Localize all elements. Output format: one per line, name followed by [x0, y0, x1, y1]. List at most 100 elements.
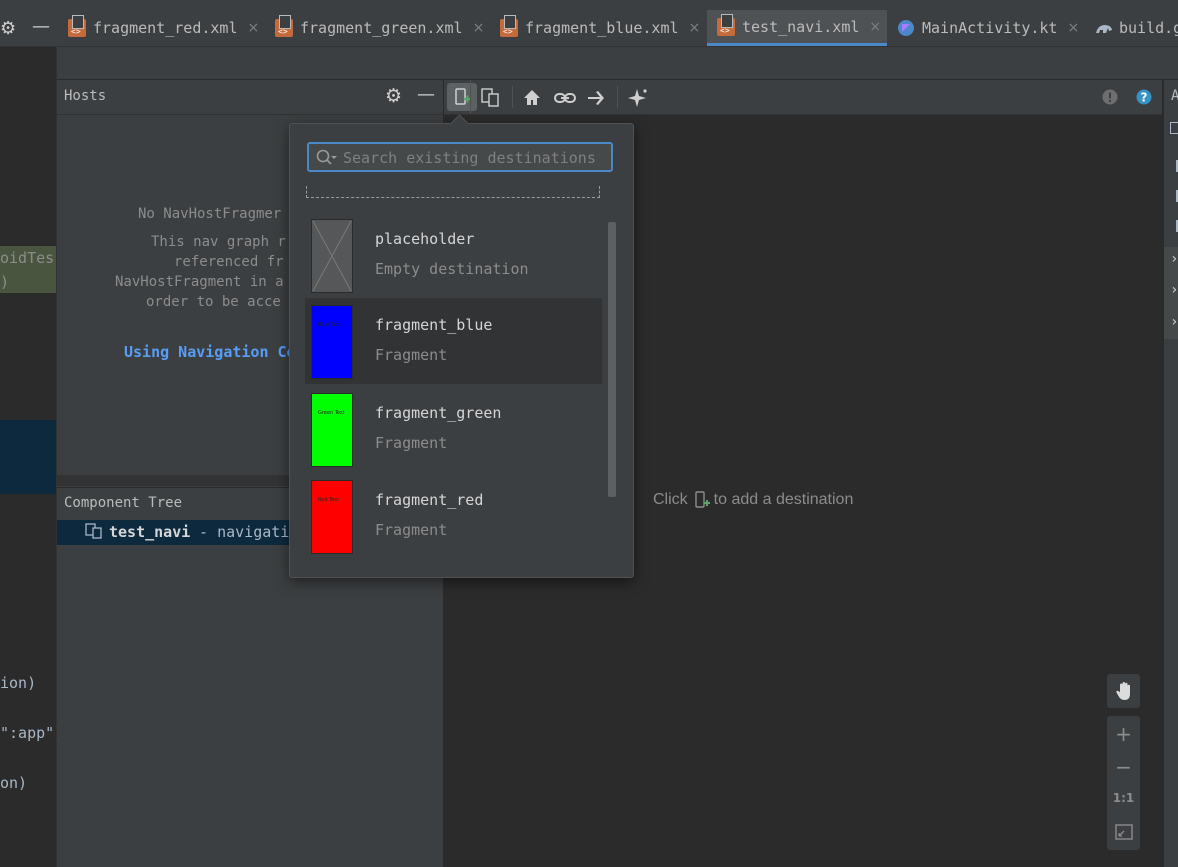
tab-main-activity[interactable]: MainActivity.kt × [897, 10, 1079, 46]
deep-link-icon[interactable] [554, 88, 576, 108]
close-tab-icon[interactable]: × [248, 20, 260, 36]
action-arrow-icon[interactable] [586, 88, 606, 108]
warning-icon[interactable] [1102, 89, 1118, 105]
attribute-sections[interactable]: › › › [1164, 247, 1178, 339]
tab-fragment-blue[interactable]: fragment_blue.xml × [500, 10, 700, 46]
chevron-right-icon[interactable]: › [1170, 314, 1178, 330]
tab-label: fragment_green.xml [300, 19, 463, 37]
add-destination-hint: Click to add a destination [653, 489, 853, 511]
destination-item-fragment-red[interactable]: Red Text fragment_red Fragment [305, 473, 602, 559]
thumbnail-text: Green Text [318, 410, 345, 416]
close-tab-icon[interactable]: × [689, 20, 701, 36]
selection-band [0, 420, 56, 494]
kotlin-file-icon [897, 19, 915, 37]
zoom-to-fit-icon[interactable] [1115, 824, 1133, 840]
new-destination-button[interactable] [447, 83, 477, 111]
tab-label: MainActivity.kt [922, 19, 1058, 37]
close-tab-icon[interactable]: × [473, 20, 485, 36]
destination-thumbnail: Blue Text [311, 305, 353, 379]
attributes-panel-letter: A [1171, 88, 1178, 104]
tab-fragment-red[interactable]: fragment_red.xml × [68, 10, 259, 46]
secondary-toolbar [0, 47, 1178, 79]
destination-item-fragment-green[interactable]: Green Text fragment_green Fragment [305, 386, 602, 472]
editor-text: on) [0, 774, 28, 792]
zoom-out-button[interactable]: − [1107, 755, 1140, 779]
editor-text: oidTes [0, 249, 55, 267]
destination-search-input[interactable] [341, 146, 610, 170]
editor-gutter: oidTes ) ion) ":app") on) [0, 47, 63, 867]
destination-type: Fragment [375, 521, 448, 539]
destination-name: fragment_green [375, 404, 502, 422]
chevron-right-icon[interactable]: › [1170, 282, 1178, 298]
help-icon[interactable]: ? [1136, 89, 1152, 105]
tree-row-desc: - navigati [190, 523, 290, 541]
attributes-panel-collapsed: A › › › [1163, 80, 1178, 867]
destination-type: Empty destination [375, 260, 529, 278]
destination-thumbnail: Red Text [311, 480, 353, 554]
destination-item-fragment-blue[interactable]: Blue Text fragment_blue Fragment [305, 298, 602, 384]
tab-build-gradle[interactable]: build.g [1094, 10, 1178, 46]
minimize-icon[interactable]: — [417, 84, 435, 105]
empty-destination-icon [312, 220, 352, 292]
toolbar-separator [512, 86, 513, 108]
hosts-message-line: No NavHostFragmer [138, 206, 282, 222]
tab-label: test_navi.xml [742, 17, 860, 36]
destination-type: Fragment [375, 346, 448, 364]
destination-item-placeholder[interactable]: placeholder Empty destination [305, 212, 602, 298]
zoom-actual-size-button[interactable]: 1:1 [1107, 791, 1140, 805]
home-icon[interactable] [522, 88, 542, 108]
gradle-icon [1094, 19, 1112, 37]
hosts-message-line: order to be acce [146, 294, 281, 310]
svg-text:?: ? [1141, 91, 1148, 105]
editor-text: ion) [0, 674, 37, 692]
gear-icon[interactable]: ⚙ [385, 85, 402, 107]
destination-search-field[interactable] [307, 142, 613, 172]
minimize-icon[interactable]: — [32, 16, 50, 37]
destination-name: fragment_red [375, 491, 484, 509]
thumbnail-text: Red Text [318, 497, 340, 503]
gear-icon[interactable]: ⚙ [0, 18, 16, 39]
create-new-destination-placeholder[interactable] [306, 186, 600, 198]
tree-row-name: test_navi [109, 523, 191, 541]
destination-name: placeholder [375, 230, 475, 248]
new-destination-popup: placeholder Empty destination Blue Text … [289, 114, 634, 578]
close-tab-icon[interactable]: × [869, 19, 881, 35]
auto-arrange-icon[interactable] [627, 87, 649, 109]
close-tab-icon[interactable]: × [1067, 20, 1079, 36]
hosts-title: Hosts [64, 88, 107, 104]
thumbnail-text: Blue Text [318, 322, 341, 328]
hint-prefix: Click [653, 491, 688, 508]
navigation-graph-icon [85, 522, 103, 544]
pan-tool-button[interactable] [1107, 674, 1140, 708]
destination-thumbnail: Green Text [311, 393, 353, 467]
tab-fragment-green[interactable]: fragment_green.xml × [275, 10, 484, 46]
xml-file-icon [500, 15, 518, 37]
navigation-editor-toolbar: ? [444, 80, 1162, 115]
hosts-header: Hosts ⚙ — [57, 80, 443, 115]
tab-test-navi[interactable]: test_navi.xml × [707, 10, 888, 46]
hint-suffix: to add a destination [713, 491, 854, 508]
destination-name: fragment_blue [375, 316, 493, 334]
destination-list-scrollbar[interactable] [608, 222, 616, 497]
hosts-message-line: This nav graph r [151, 234, 286, 250]
destination-thumbnail [311, 219, 353, 293]
toolbar-separator [470, 80, 471, 114]
xml-file-icon [68, 15, 86, 37]
chevron-right-icon[interactable]: › [1170, 251, 1178, 267]
tab-label: build.g [1119, 19, 1178, 37]
navigation-docs-link[interactable]: Using Navigation Co [124, 343, 296, 361]
editor-text: ) [0, 273, 10, 291]
destination-type: Fragment [375, 434, 448, 452]
component-tree-title: Component Tree [64, 495, 183, 511]
zoom-in-button[interactable]: + [1107, 722, 1140, 746]
new-destination-icon [694, 491, 710, 508]
editor-tab-bar: ⚙ — fragment_red.xml × fragment_green.xm… [0, 0, 1178, 47]
hosts-message-line: referenced fr [174, 254, 284, 270]
nested-graph-icon[interactable] [481, 88, 501, 108]
search-icon [316, 149, 337, 165]
hosts-message-line: NavHostFragment in a [115, 274, 284, 290]
editor-text: ":app") [0, 724, 64, 742]
xml-file-icon [275, 15, 293, 37]
navigation-graph-icon [1170, 122, 1178, 134]
tab-label: fragment_blue.xml [525, 19, 679, 37]
